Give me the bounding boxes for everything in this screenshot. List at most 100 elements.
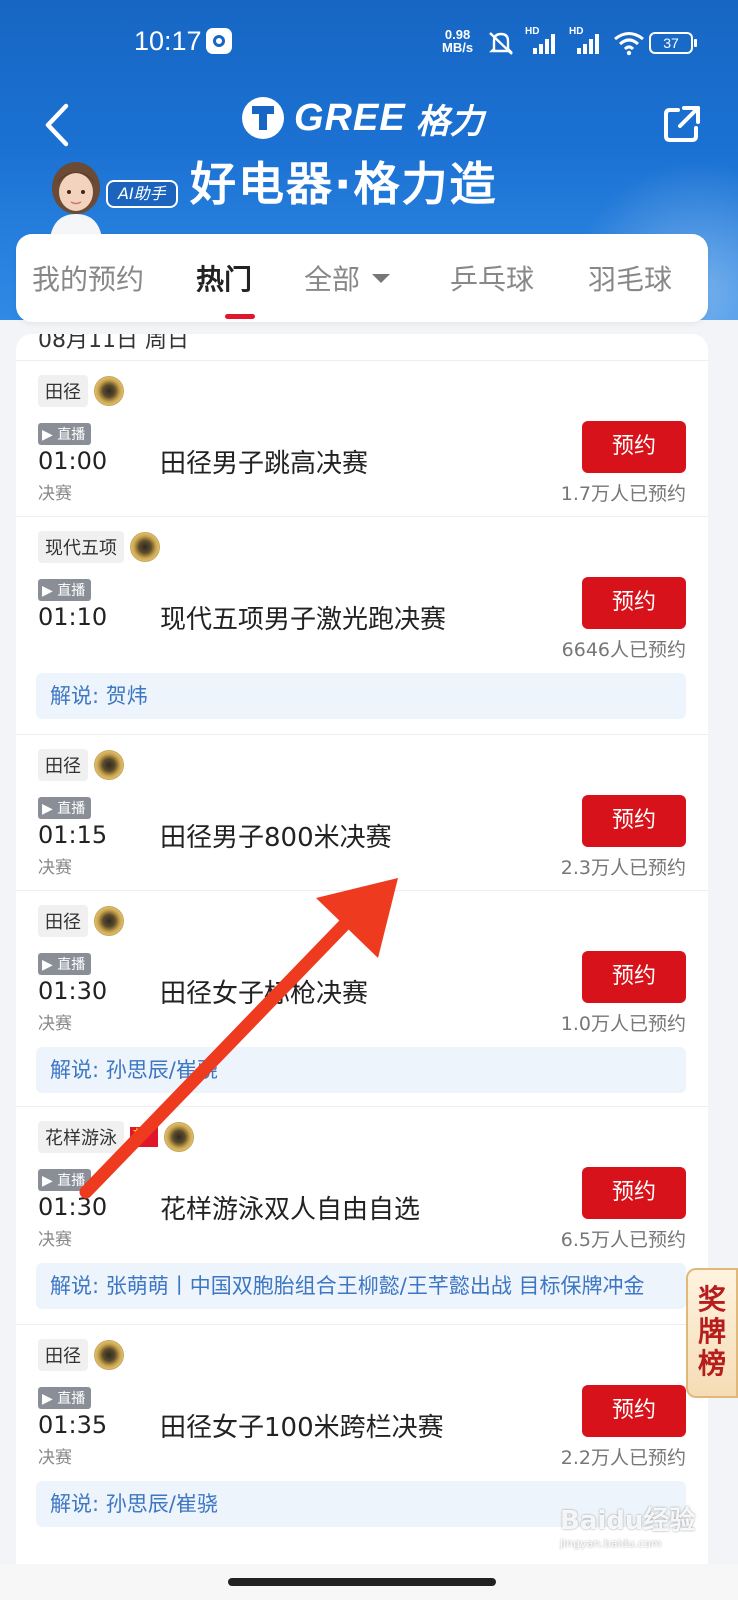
event-title: 田径男子跳高决赛: [160, 449, 369, 479]
tab-all-label: 全部: [304, 263, 361, 296]
event-stage: 决赛: [38, 484, 72, 504]
schedule-item[interactable]: 田径 ▶ 直播 01:00 决赛 田径男子跳高决赛 预约 1.7万人已预约: [16, 360, 708, 516]
sport-tag: 田径: [38, 905, 88, 937]
status-icons: HD HD: [487, 26, 645, 56]
share-icon[interactable]: [660, 102, 704, 146]
category-tabs: 我的预约 热门 全部 乒乓球 羽毛球: [16, 234, 708, 322]
live-label: 直播: [57, 583, 86, 599]
live-badge: ▶ 直播: [38, 423, 92, 445]
event-title: 田径男子800米决赛: [160, 823, 392, 853]
ai-assistant-badge[interactable]: AI助手: [106, 180, 178, 208]
schedule-item[interactable]: 现代五项 ▶ 直播 01:10 现代五项男子激光跑决赛 预约 6646人已预约 …: [16, 516, 708, 734]
event-stage: 决赛: [38, 1230, 72, 1250]
reserve-button[interactable]: 预约: [582, 421, 686, 473]
net-speed: 0.98 MB/s: [442, 28, 473, 54]
medal-icon: [130, 532, 160, 562]
reserve-count: 2.3万人已预约: [560, 857, 686, 879]
watermark: Baidu经验 jingyan.baidu.com: [560, 1500, 695, 1550]
event-title: 田径女子100米跨栏决赛: [160, 1413, 444, 1443]
commentary-bar[interactable]: 解说: 张萌萌丨中国双胞胎组合王柳懿/王芊懿出战 目标保牌冲金: [36, 1263, 686, 1309]
event-stage: 决赛: [38, 858, 72, 878]
tab-my-reservations[interactable]: 我的预约: [32, 258, 144, 298]
event-title: 花样游泳双人自由自选: [160, 1195, 421, 1225]
reserve-button[interactable]: 预约: [582, 795, 686, 847]
reserve-count: 1.7万人已预约: [560, 483, 686, 505]
commentary-bar[interactable]: 解说: 贺炜: [36, 673, 686, 719]
brand-cn: 格力: [415, 101, 484, 142]
reserve-count: 2.2万人已预约: [560, 1447, 686, 1469]
wifi-icon: [614, 32, 644, 56]
sport-tag: 田径: [38, 749, 88, 781]
brand-logo: GREE 格力: [242, 92, 484, 144]
schedule-item[interactable]: 花样游泳 ▶ 直播 01:30 决赛 花样游泳双人自由自选 预约 6.5万人已预…: [16, 1106, 708, 1324]
net-speed-unit: MB/s: [442, 40, 474, 55]
event-time: 01:35: [38, 1411, 108, 1439]
medal-icon: [94, 1340, 124, 1370]
sport-tag: 田径: [38, 1339, 88, 1371]
reserve-button[interactable]: 预约: [582, 1385, 686, 1437]
event-title: 田径女子标枪决赛: [160, 979, 369, 1009]
live-badge: ▶ 直播: [38, 1387, 92, 1409]
event-tags: 田径: [38, 905, 124, 937]
reserve-button[interactable]: 预约: [582, 577, 686, 629]
signal-icon-2: HD: [569, 26, 603, 56]
medal-icon: [94, 906, 124, 936]
gree-logo-icon: [242, 97, 284, 139]
medal-icon: [94, 376, 124, 406]
medal-table-tab[interactable]: 奖牌榜: [686, 1268, 738, 1398]
sport-tag: 田径: [38, 375, 88, 407]
event-time: 01:00: [38, 447, 108, 475]
tab-hot[interactable]: 热门: [196, 258, 252, 298]
app-notification-icon: [206, 28, 232, 54]
event-tags: 田径: [38, 1339, 124, 1371]
active-tab-indicator: [225, 314, 255, 319]
home-indicator[interactable]: [228, 1578, 496, 1586]
battery-indicator: 37: [649, 32, 697, 54]
schedule-item[interactable]: 田径 ▶ 直播 01:30 决赛 田径女子标枪决赛 预约 1.0万人已预约 解说…: [16, 890, 708, 1106]
event-time: 01:30: [38, 1193, 108, 1221]
live-label: 直播: [57, 427, 86, 443]
event-title: 现代五项男子激光跑决赛: [160, 605, 447, 635]
chevron-down-icon: [372, 273, 391, 283]
reserve-button[interactable]: 预约: [582, 1167, 686, 1219]
schedule-item[interactable]: 田径 ▶ 直播 01:15 决赛 田径男子800米决赛 预约 2.3万人已预约: [16, 734, 708, 890]
reserve-button[interactable]: 预约: [582, 951, 686, 1003]
live-badge: ▶ 直播: [38, 953, 92, 975]
watermark-sub: jingyan.baidu.com: [560, 1537, 662, 1550]
reserve-count: 6646人已预约: [561, 639, 686, 661]
event-time: 01:10: [38, 603, 108, 631]
back-icon[interactable]: [38, 100, 78, 150]
slogan: 好电器·格力造: [190, 157, 498, 211]
watermark-main: Baidu经验: [560, 1506, 696, 1536]
live-label: 直播: [57, 957, 86, 973]
event-tags: 田径: [38, 749, 124, 781]
flag-china-icon: [130, 1125, 158, 1147]
live-badge: ▶ 直播: [38, 797, 92, 819]
medal-icon: [164, 1122, 194, 1152]
reserve-count: 6.5万人已预约: [560, 1229, 686, 1251]
ai-avatar[interactable]: [44, 158, 108, 238]
live-label: 直播: [57, 1173, 86, 1189]
event-time: 01:15: [38, 821, 108, 849]
live-label: 直播: [57, 801, 86, 817]
commentary-bar[interactable]: 解说: 孙思辰/崔骁: [36, 1047, 686, 1093]
live-badge: ▶ 直播: [38, 1169, 92, 1191]
status-bar: 10:17 0.98 MB/s HD HD 37: [0, 0, 738, 80]
event-tags: 花样游泳: [38, 1121, 194, 1153]
tab-badminton[interactable]: 羽毛球: [588, 258, 672, 298]
tab-all[interactable]: 全部: [304, 258, 391, 298]
event-tags: 现代五项: [38, 531, 160, 563]
event-time: 01:30: [38, 977, 108, 1005]
event-tags: 田径: [38, 375, 124, 407]
status-time: 10:17: [134, 26, 202, 56]
event-stage: 决赛: [38, 1448, 72, 1468]
live-label: 直播: [57, 1391, 86, 1407]
sport-tag: 现代五项: [38, 531, 124, 563]
brand-name: GREE: [294, 96, 406, 139]
signal-icon: HD: [525, 26, 559, 56]
schedule-list[interactable]: 08月11日 周日 田径 ▶ 直播 01:00 决赛 田径男子跳高决赛 预约 1…: [16, 334, 708, 1564]
reserve-count: 1.0万人已预约: [560, 1013, 686, 1035]
sport-tag: 花样游泳: [38, 1121, 124, 1153]
date-header: 08月11日 周日: [38, 334, 189, 353]
tab-table-tennis[interactable]: 乒乓球: [450, 258, 534, 298]
